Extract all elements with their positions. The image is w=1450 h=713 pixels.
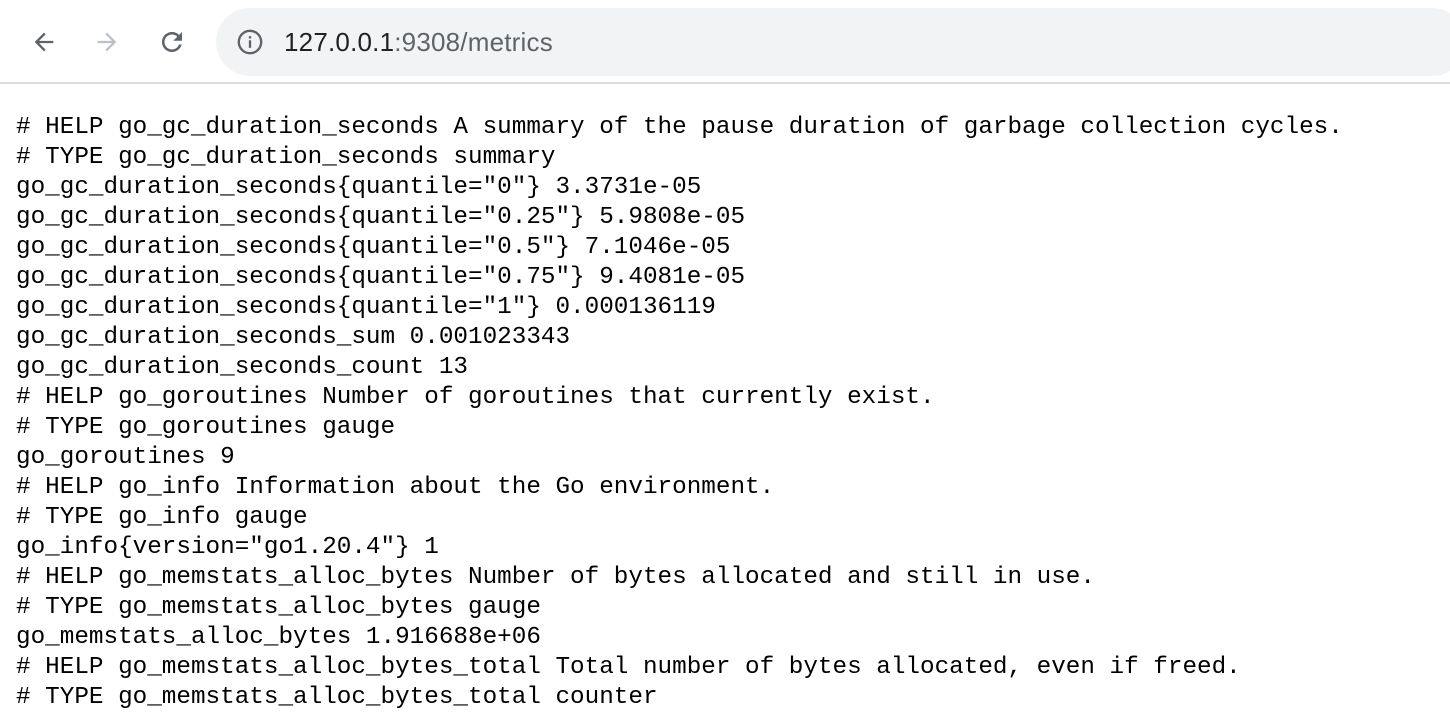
- metrics-line: # TYPE go_goroutines gauge: [16, 414, 396, 441]
- metrics-line: go_goroutines 9: [16, 444, 235, 471]
- metrics-line: go_info{version="go1.20.4"} 1: [16, 534, 439, 561]
- url-path: :9308/metrics: [394, 27, 553, 57]
- metrics-text: # HELP go_gc_duration_seconds A summary …: [16, 113, 1446, 713]
- metrics-line: go_memstats_alloc_bytes 1.916688e+06: [16, 624, 541, 651]
- metrics-line: go_gc_duration_seconds{quantile="1"} 0.0…: [16, 294, 716, 321]
- browser-toolbar: 127.0.0.1:9308/metrics: [0, 0, 1450, 84]
- metrics-line: go_gc_duration_seconds{quantile="0.75"} …: [16, 264, 746, 291]
- metrics-line: # TYPE go_info gauge: [16, 504, 308, 531]
- back-button[interactable]: [24, 22, 64, 62]
- metrics-line: # HELP go_info Information about the Go …: [16, 474, 775, 501]
- metrics-line: # HELP go_gc_duration_seconds A summary …: [16, 114, 1343, 141]
- reload-button[interactable]: [152, 22, 192, 62]
- metrics-line: # TYPE go_memstats_alloc_bytes gauge: [16, 594, 541, 621]
- url-host: 127.0.0.1: [284, 27, 395, 57]
- forward-button[interactable]: [87, 22, 127, 62]
- metrics-line: go_gc_duration_seconds{quantile="0.25"} …: [16, 204, 746, 231]
- url-text[interactable]: 127.0.0.1:9308/metrics: [284, 26, 553, 58]
- metrics-line: go_gc_duration_seconds_count 13: [16, 354, 468, 381]
- address-bar[interactable]: 127.0.0.1:9308/metrics: [216, 8, 1450, 76]
- metrics-line: # HELP go_goroutines Number of goroutine…: [16, 384, 935, 411]
- metrics-line: # TYPE go_memstats_alloc_bytes_total cou…: [16, 684, 658, 711]
- arrow-right-icon: [97, 32, 117, 52]
- arrow-left-icon: [34, 32, 54, 52]
- metrics-line: # HELP go_memstats_alloc_bytes Number of…: [16, 564, 1095, 591]
- reload-icon: [162, 32, 182, 52]
- metrics-line: go_gc_duration_seconds{quantile="0.5"} 7…: [16, 234, 731, 261]
- metrics-line: # TYPE go_gc_duration_seconds summary: [16, 144, 556, 171]
- metrics-line: # HELP go_memstats_alloc_bytes_total Tot…: [16, 654, 1241, 681]
- info-circle-icon[interactable]: [236, 28, 264, 56]
- metrics-line: go_gc_duration_seconds_sum 0.001023343: [16, 324, 571, 351]
- metrics-line: go_gc_duration_seconds{quantile="0"} 3.3…: [16, 174, 702, 201]
